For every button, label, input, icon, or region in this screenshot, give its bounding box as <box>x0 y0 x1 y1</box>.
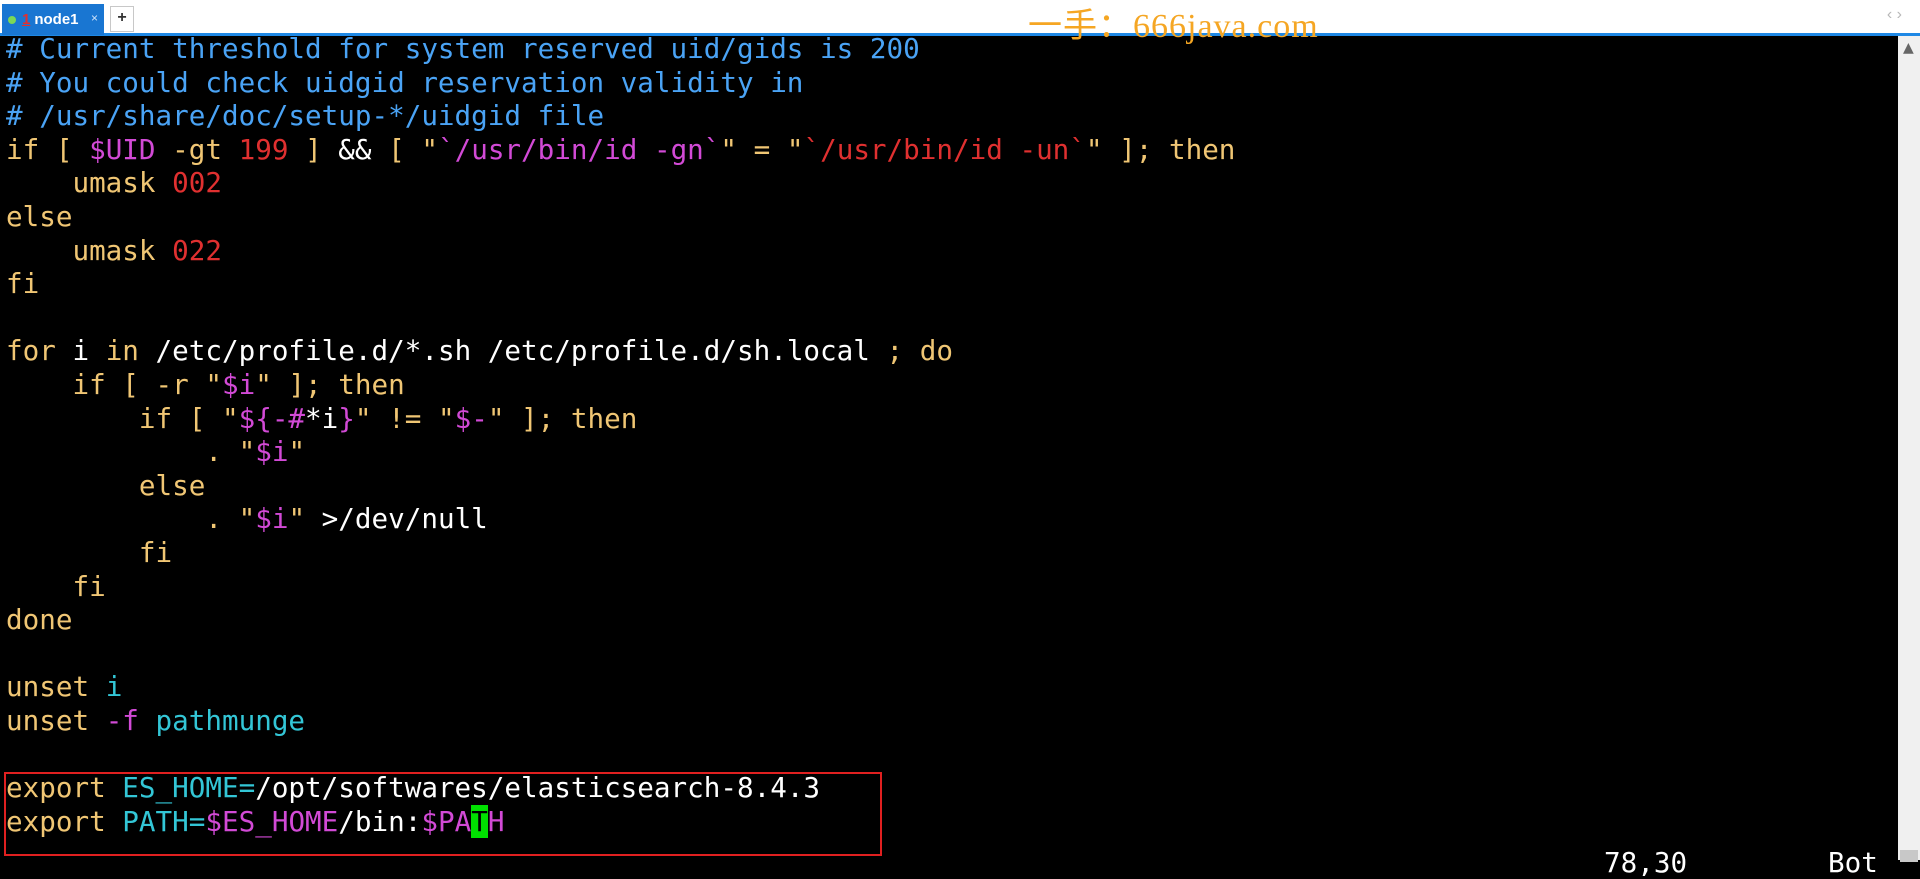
code-line: for i in /etc/profile.d/*.sh /etc/profil… <box>6 334 953 368</box>
code-token: fi <box>6 569 106 603</box>
code-line: . "$i" >/dev/null <box>6 502 488 536</box>
code-token: " = " <box>720 132 804 166</box>
code-line: umask 022 <box>6 234 222 268</box>
code-token: /etc/profile.d/*.sh /etc/profile.d/sh.lo… <box>138 334 887 368</box>
code-token: 022 <box>172 233 222 267</box>
code-line: done <box>6 603 72 637</box>
code-line: unset i <box>6 670 122 704</box>
code-token: fi <box>6 267 40 301</box>
code-line: . "$i" <box>6 435 305 469</box>
code-token: -f <box>89 704 139 737</box>
code-line: if [ -r "$i" ]; then <box>6 368 405 402</box>
add-tab-button[interactable]: + <box>110 6 134 32</box>
code-line: # Current threshold for system reserved … <box>6 32 920 66</box>
code-token: " ]; then <box>487 401 638 435</box>
code-line: fi <box>6 536 172 570</box>
code-token: in <box>105 334 139 368</box>
code-token: `/usr/bin/id -un` <box>803 132 1086 166</box>
code-token: for <box>6 334 56 368</box>
code-token: . " <box>6 502 256 536</box>
code-token: $i <box>255 502 289 536</box>
code-token: pathmunge <box>138 704 306 737</box>
code-token: " <box>288 502 322 536</box>
code-token: *i <box>305 401 339 435</box>
code-line: # /usr/share/doc/setup-*/uidgid file <box>6 99 604 133</box>
code-token: $i <box>255 435 289 469</box>
code-token: ] <box>288 132 339 166</box>
code-token: 199 <box>238 132 289 166</box>
code-token: i <box>55 334 106 368</box>
tab-number: 1 <box>22 11 31 28</box>
code-token: unset <box>6 704 90 737</box>
cursor-position: 78,30 <box>1604 846 1688 879</box>
tab-label: node1 <box>34 11 79 28</box>
code-token: [ " <box>371 132 438 166</box>
code-token: $UID <box>89 132 156 166</box>
highlight-box <box>4 772 882 856</box>
code-token: fi <box>6 536 173 569</box>
code-token: ${-# <box>238 401 306 435</box>
code-token: i <box>89 670 123 704</box>
code-token: ; do <box>886 334 953 368</box>
tab-nav-arrows-icon[interactable]: ‹ › <box>1887 6 1902 24</box>
code-token: >/dev/null <box>321 502 488 536</box>
scroll-down-arrow-icon[interactable] <box>1900 850 1918 862</box>
scrollbar[interactable]: ▲ <box>1898 36 1920 862</box>
code-token: && <box>338 132 372 166</box>
code-token: umask <box>6 166 173 200</box>
code-line: else <box>6 469 205 503</box>
code-token: if [ " <box>6 401 239 435</box>
code-line: unset -f pathmunge <box>6 704 305 738</box>
code-line: fi <box>6 267 39 301</box>
connection-status-icon <box>8 15 16 24</box>
code-token: " ]; then <box>1085 132 1236 166</box>
code-token: if [ -r " <box>6 368 222 401</box>
code-token: `/usr/bin/id -gn` <box>437 132 721 166</box>
code-line: if [ "${-#*i}" != "$-" ]; then <box>6 402 637 436</box>
code-token: else <box>6 468 206 502</box>
close-tab-icon[interactable]: × <box>91 11 98 25</box>
code-token: # You could check uidgid reservation val… <box>6 65 804 99</box>
code-token: # Current threshold for system reserved … <box>6 32 920 65</box>
code-token: 002 <box>172 166 222 200</box>
code-token: " != " <box>354 401 455 435</box>
tab-node1[interactable]: 1 node1 × <box>2 4 104 35</box>
code-line: else <box>6 200 72 234</box>
code-token: " ]; then <box>255 368 405 401</box>
code-token: if [ <box>6 132 90 166</box>
code-line: # You could check uidgid reservation val… <box>6 66 803 100</box>
code-token: unset <box>6 670 90 704</box>
code-line: fi <box>6 569 106 604</box>
scroll-up-arrow-icon[interactable]: ▲ <box>1903 40 1914 56</box>
code-token: done <box>6 603 73 637</box>
scroll-position: Bot <box>1828 846 1878 879</box>
code-token: " <box>288 435 306 469</box>
code-line: if [ $UID -gt 199 ] && [ "`/usr/bin/id -… <box>6 133 1235 167</box>
code-line: umask 002 <box>6 166 222 200</box>
code-token: umask <box>6 233 173 267</box>
tab-bar: 1 node1 × + 一手：666java.com ‹ › <box>0 0 1920 45</box>
code-token: } <box>338 401 355 435</box>
code-token: else <box>6 200 73 233</box>
code-token: $i <box>221 368 256 401</box>
code-token: $- <box>454 401 488 435</box>
terminal-editor[interactable]: # Current threshold for system reserved … <box>0 32 1898 860</box>
code-token: -gt <box>155 132 239 166</box>
code-token: # /usr/share/doc/setup-*/uidgid file <box>6 99 605 133</box>
code-token: . " <box>6 435 256 469</box>
